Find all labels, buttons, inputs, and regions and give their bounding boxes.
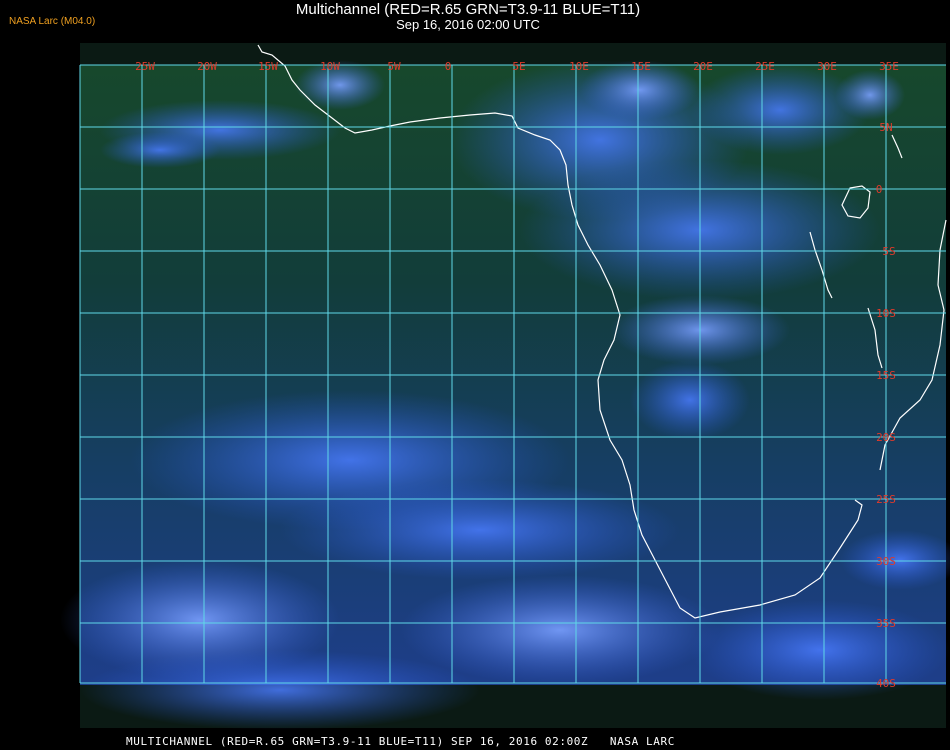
latitude-label: 20S [876, 431, 896, 444]
latitude-label: 15S [876, 369, 896, 382]
longitude-label: 30E [817, 60, 837, 73]
longitude-label: 10W [320, 60, 340, 73]
longitude-label: 20W [197, 60, 217, 73]
longitude-label: 20E [693, 60, 713, 73]
longitude-label: 35E [879, 60, 899, 73]
longitude-label: 25E [755, 60, 775, 73]
longitude-label: 0 [445, 60, 452, 73]
image-timestamp: Sep 16, 2016 02:00 UTC [396, 17, 540, 32]
image-title: Multichannel (RED=R.65 GRN=T3.9-11 BLUE=… [295, 1, 641, 18]
latitude-label: 0 [876, 183, 883, 196]
longitude-label: 15W [258, 60, 278, 73]
latitude-label: 10S [876, 307, 896, 320]
latitude-label: 25S [876, 493, 896, 506]
latitude-label: 30S [876, 555, 896, 568]
longitude-label: 5W [387, 60, 401, 73]
longitude-label: 25W [135, 60, 155, 73]
satellite-image-map: 25W 20W 15W 10W 5W 0 5E 10E 15E 20E 25E … [60, 43, 950, 730]
longitude-label: 5E [512, 60, 525, 73]
latitude-label: 5S [882, 245, 895, 258]
latitude-label: 35S [876, 617, 896, 630]
footer-caption: MULTICHANNEL (RED=R.65 GRN=T3.9-11 BLUE=… [126, 735, 675, 748]
latitude-label: 5N [879, 121, 892, 134]
longitude-label: 15E [631, 60, 651, 73]
latitude-label: 40S [876, 677, 896, 690]
longitude-label: 10E [569, 60, 589, 73]
